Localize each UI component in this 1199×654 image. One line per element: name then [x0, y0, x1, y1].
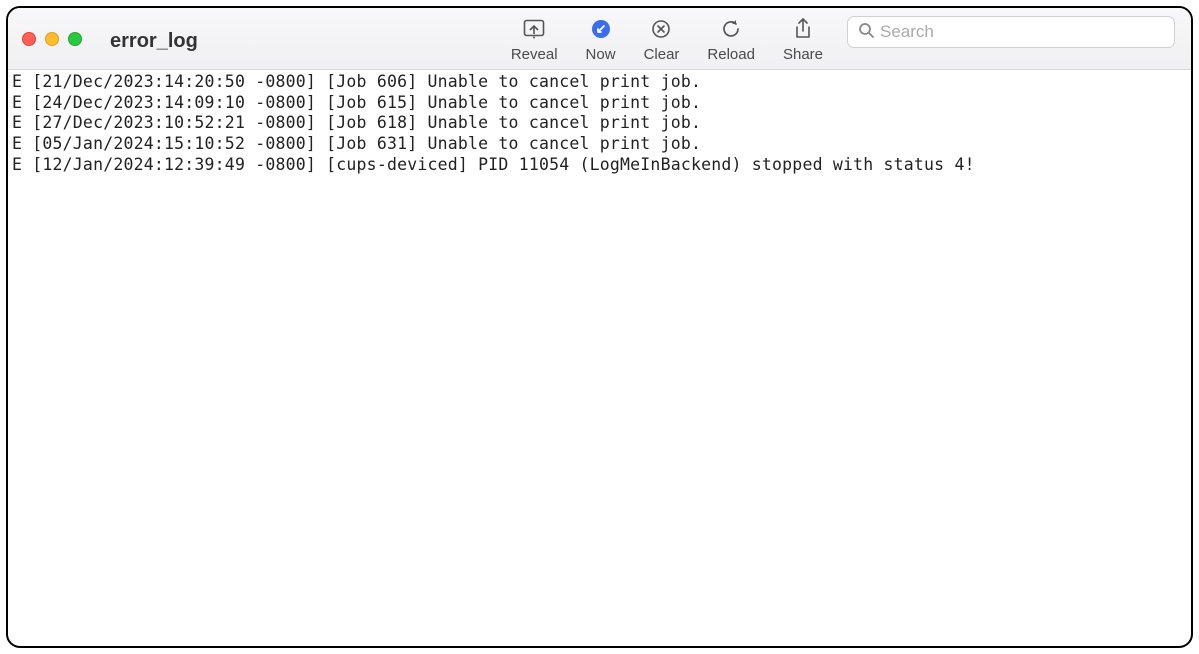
- titlebar: error_log Reveal: [8, 8, 1191, 70]
- traffic-lights: [22, 16, 82, 46]
- reload-button[interactable]: Reload: [693, 18, 769, 63]
- log-line: E [12/Jan/2024:12:39:49 -0800] [cups-dev…: [12, 155, 1187, 176]
- share-icon: [792, 18, 814, 40]
- clear-label: Clear: [644, 46, 680, 63]
- close-window-button[interactable]: [22, 32, 36, 46]
- maximize-window-button[interactable]: [68, 32, 82, 46]
- clear-button[interactable]: Clear: [630, 18, 694, 63]
- search-field[interactable]: [847, 16, 1175, 48]
- log-line: E [05/Jan/2024:15:10:52 -0800] [Job 631]…: [12, 134, 1187, 155]
- log-line: E [21/Dec/2023:14:20:50 -0800] [Job 606]…: [12, 72, 1187, 93]
- now-label: Now: [586, 46, 616, 63]
- toolbar: Reveal Now Clear: [497, 16, 837, 63]
- now-icon: [590, 18, 612, 40]
- reveal-button[interactable]: Reveal: [497, 18, 572, 63]
- share-button[interactable]: Share: [769, 18, 837, 63]
- now-button[interactable]: Now: [572, 18, 630, 63]
- share-label: Share: [783, 46, 823, 63]
- log-line: E [24/Dec/2023:14:09:10 -0800] [Job 615]…: [12, 93, 1187, 114]
- reload-icon: [720, 18, 742, 40]
- window-title: error_log: [92, 16, 198, 53]
- clear-icon: [650, 18, 672, 40]
- reveal-label: Reveal: [511, 46, 558, 63]
- search-input[interactable]: [880, 22, 1164, 42]
- reveal-icon: [523, 18, 545, 40]
- log-line: E [27/Dec/2023:10:52:21 -0800] [Job 618]…: [12, 113, 1187, 134]
- reload-label: Reload: [707, 46, 755, 63]
- log-content[interactable]: E [21/Dec/2023:14:20:50 -0800] [Job 606]…: [8, 70, 1191, 646]
- app-window: error_log Reveal: [6, 6, 1193, 648]
- search-icon: [858, 22, 874, 43]
- minimize-window-button[interactable]: [45, 32, 59, 46]
- search-container: [847, 16, 1177, 48]
